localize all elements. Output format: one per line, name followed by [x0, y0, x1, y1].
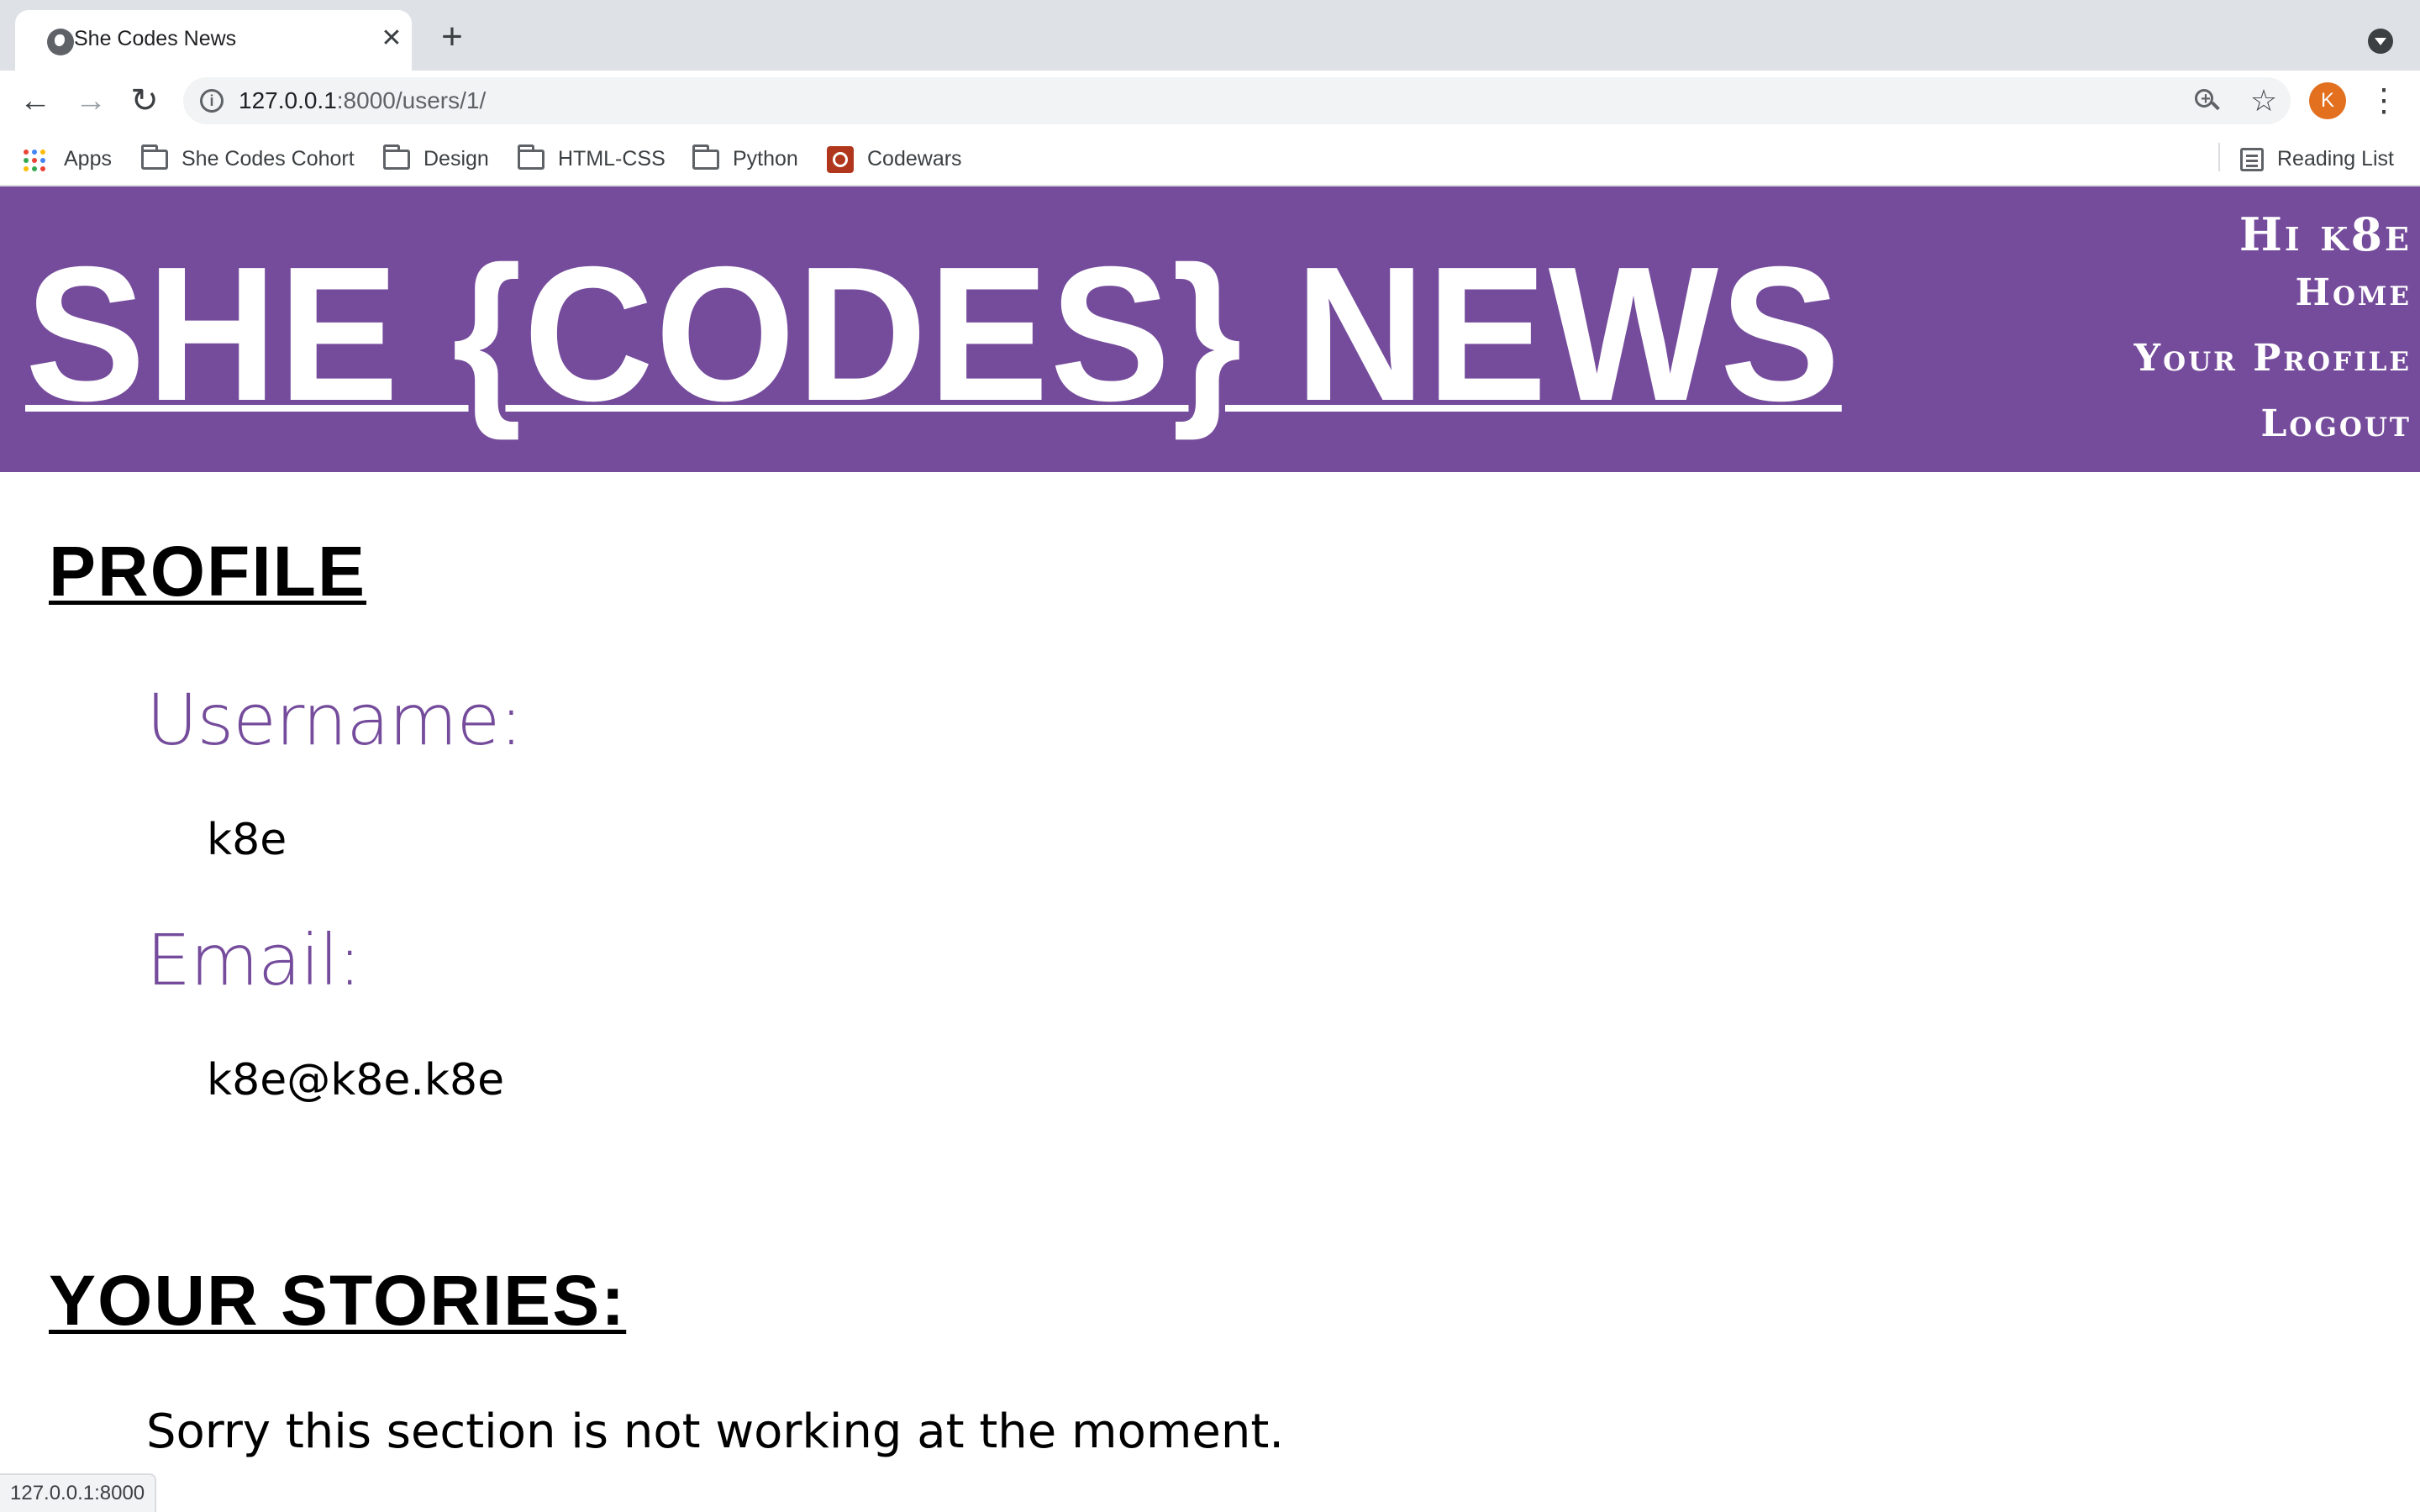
nav-home-link[interactable]: Home	[2134, 260, 2412, 326]
folder-icon	[141, 144, 168, 170]
bookmark-label: Codewars	[867, 147, 962, 171]
nav-logout-link[interactable]: Logout	[2134, 391, 2412, 457]
bookmark-label: Python	[733, 147, 798, 171]
url-host: 127.0.0.1	[239, 87, 337, 113]
address-bar[interactable]: i 127.0.0.1:8000/users/1/ + ☆	[183, 77, 2291, 124]
site-logo-link[interactable]: SHE {CODES} NEWS	[25, 234, 1842, 435]
bookmarks-bar: Apps She Codes Cohort Design HTML-CSS Py…	[0, 131, 2420, 186]
browser-menu-icon[interactable]: ⋮	[2368, 82, 2400, 119]
zoom-icon[interactable]: +	[2193, 87, 2220, 114]
bookmarks-divider	[2218, 143, 2220, 171]
close-tab-icon[interactable]: ✕	[375, 22, 408, 55]
tab-strip: She Codes News ✕ +	[0, 0, 2420, 71]
bookmark-label: Apps	[64, 147, 112, 171]
globe-icon	[47, 29, 74, 55]
tab-search-icon[interactable]	[2368, 29, 2393, 54]
site-header: SHE {CODES} NEWS Hi k8e Home Your Profil…	[0, 186, 2420, 472]
tab-title: She Codes News	[74, 27, 237, 50]
forward-button[interactable]: →	[72, 82, 109, 119]
url-path: :8000/users/1/	[336, 87, 487, 113]
stories-message: Sorry this section is not working at the…	[146, 1404, 1285, 1459]
folder-icon	[518, 144, 544, 170]
email-value: k8e@k8e.k8e	[207, 1055, 505, 1105]
reload-button[interactable]: ↻	[126, 82, 163, 119]
browser-tab[interactable]: She Codes News ✕	[15, 10, 412, 71]
reading-list-label: Reading List	[2277, 147, 2394, 171]
username-label: Username:	[146, 679, 523, 761]
reading-list-icon	[2240, 148, 2264, 171]
bookmark-star-icon[interactable]: ☆	[2247, 84, 2281, 118]
folder-icon	[383, 144, 410, 170]
greeting-text: Hi k8e	[2238, 207, 2412, 261]
codewars-icon	[827, 146, 854, 173]
back-button[interactable]: ←	[17, 82, 54, 119]
your-stories-heading: YOUR STORIES:	[49, 1261, 627, 1340]
folder-icon	[692, 144, 719, 170]
browser-toolbar: ← → ↻ i 127.0.0.1:8000/users/1/ + ☆ K ⋮	[0, 71, 2420, 131]
url-text[interactable]: 127.0.0.1:8000/users/1/	[239, 87, 486, 114]
apps-grid-icon	[24, 150, 45, 171]
profile-heading: PROFILE	[49, 532, 367, 611]
site-info-icon[interactable]: i	[200, 89, 224, 113]
nav-your-profile-link[interactable]: Your Profile	[2134, 326, 2412, 391]
new-tab-button[interactable]: +	[434, 18, 471, 57]
bookmark-label: Design	[424, 147, 489, 171]
profile-avatar[interactable]: K	[2309, 82, 2346, 119]
bookmark-label: HTML-CSS	[558, 147, 666, 171]
status-url-bubble: 127.0.0.1:8000	[0, 1473, 157, 1512]
email-label: Email:	[146, 919, 361, 1001]
bookmark-label: She Codes Cohort	[182, 147, 355, 171]
site-nav: Hi k8e Home Your Profile Logout	[2134, 208, 2412, 457]
username-value: k8e	[207, 815, 287, 865]
